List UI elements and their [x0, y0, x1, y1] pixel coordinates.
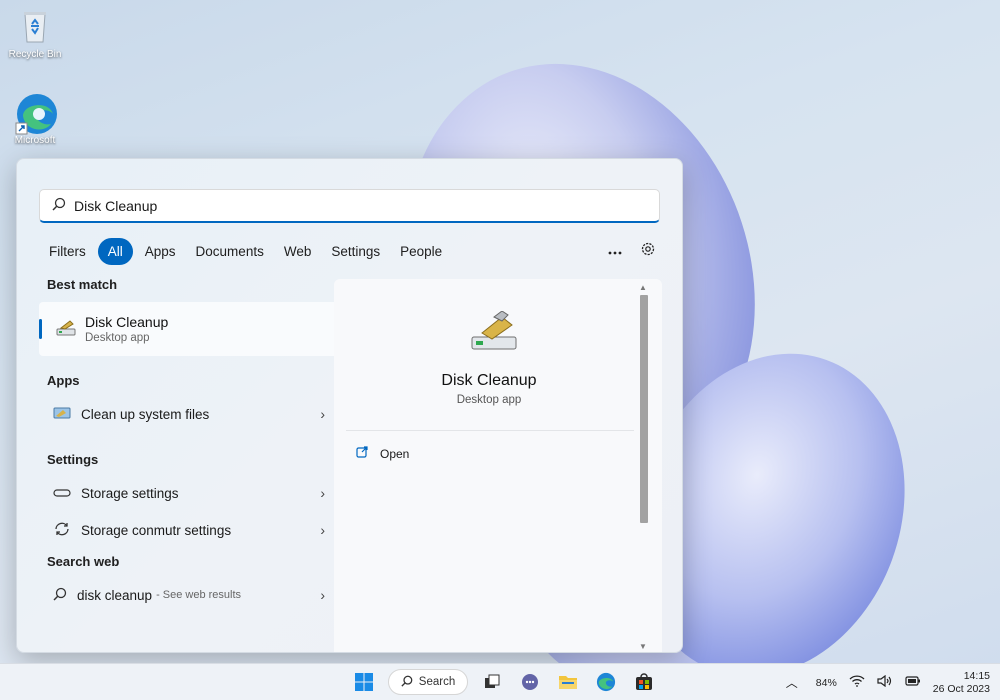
taskbar: Search ︿ 84% 14:15 26 Oct 2023	[0, 663, 1000, 700]
search-icon	[401, 675, 413, 690]
best-match-name: Disk Cleanup	[85, 314, 169, 330]
selection-indicator	[39, 319, 42, 339]
file-explorer-button[interactable]	[554, 668, 582, 696]
clock-date: 26 Oct 2023	[932, 682, 990, 695]
result-label: Clean up system files	[81, 406, 210, 422]
taskbar-apps: Search	[350, 668, 658, 696]
open-external-icon	[356, 446, 368, 461]
chevron-right-icon[interactable]: ›	[320, 587, 325, 603]
desktop-icon-recycle-bin[interactable]: Recycle Bin	[0, 6, 70, 60]
open-action[interactable]: Open	[356, 446, 409, 461]
battery-icon[interactable]	[905, 676, 921, 689]
teams-chat-button[interactable]	[516, 668, 544, 696]
taskbar-search[interactable]: Search	[388, 669, 468, 695]
sync-icon	[53, 521, 71, 540]
edge-icon	[15, 92, 57, 135]
filter-tab-all[interactable]: All	[97, 238, 133, 265]
wifi-icon[interactable]	[849, 675, 865, 690]
section-settings: Settings	[47, 452, 99, 467]
volume-icon[interactable]	[877, 674, 893, 690]
battery-percent: 84%	[815, 676, 837, 689]
filter-tab-documents[interactable]: Documents	[186, 238, 274, 265]
edge-taskbar-button[interactable]	[592, 668, 620, 696]
chat-icon	[522, 674, 538, 690]
disk-cleanup-icon	[468, 310, 522, 355]
panel-tools	[608, 241, 656, 260]
clock-time: 14:15	[963, 669, 990, 682]
clock[interactable]: 14:15 26 Oct 2023	[933, 670, 990, 696]
taskbar-search-label: Search	[418, 676, 456, 688]
store-button[interactable]	[630, 668, 658, 696]
web-query: disk cleanup	[77, 587, 153, 603]
result-clean-up-system-files[interactable]: Clean up system files ›	[39, 396, 339, 432]
ellipsis-icon[interactable]	[608, 243, 622, 258]
recycle-bin-icon	[15, 6, 55, 46]
preview-pane: Disk Cleanup Desktop app Open ▲ ▼	[334, 279, 662, 652]
result-web-search[interactable]: disk cleanup - See web results ›	[39, 577, 339, 613]
filter-tab-web[interactable]: Web	[274, 238, 322, 265]
result-storage-conmutr-settings[interactable]: Storage conmutr settings ›	[39, 512, 339, 548]
chevron-right-icon[interactable]: ›	[320, 522, 325, 538]
desktop-icon-label: Microsoft	[14, 135, 56, 146]
store-icon	[636, 673, 652, 690]
open-action-label: Open	[380, 446, 410, 461]
desktop-icon-label: Recycle Bin	[8, 49, 62, 60]
filter-tab-settings[interactable]: Settings	[321, 238, 390, 265]
chevron-right-icon[interactable]: ›	[320, 485, 325, 501]
preview-subtitle: Desktop app	[456, 394, 522, 406]
edge-icon	[596, 672, 616, 692]
result-label: Storage conmutr settings	[81, 522, 232, 538]
best-match-type: Desktop app	[85, 332, 150, 344]
folder-icon	[559, 676, 577, 689]
search-icon	[52, 197, 66, 214]
search-panel: Filters All Apps Documents Web Settings …	[16, 158, 683, 653]
result-label: Storage settings	[81, 485, 179, 501]
preview-scrollbar[interactable]: ▲ ▼	[638, 283, 650, 651]
disk-cleanup-icon	[55, 318, 77, 341]
section-best-match: Best match	[47, 277, 118, 292]
chevron-right-icon[interactable]: ›	[320, 406, 325, 422]
results-list: Best match Disk Cleanup Desktop app Apps…	[39, 277, 339, 613]
filter-tab-people[interactable]: People	[390, 238, 452, 265]
storage-icon	[53, 486, 71, 501]
desktop-icon-edge[interactable]: Microsoft	[0, 92, 70, 146]
search-input[interactable]	[74, 197, 614, 214]
divider	[346, 430, 634, 431]
filter-tab-apps[interactable]: Apps	[135, 238, 186, 265]
best-match-result[interactable]: Disk Cleanup Desktop app	[39, 302, 339, 356]
result-storage-settings[interactable]: Storage settings ›	[39, 475, 339, 511]
section-apps: Apps	[47, 373, 80, 388]
chevron-up-icon[interactable]: ︿	[786, 674, 798, 691]
scroll-up-icon[interactable]: ▲	[639, 283, 647, 292]
section-search-web: Search web	[47, 554, 120, 569]
search-icon	[53, 587, 67, 604]
scroll-down-icon[interactable]: ▼	[639, 642, 647, 651]
search-box[interactable]	[39, 189, 660, 223]
scroll-thumb[interactable]	[640, 295, 648, 523]
windows-logo-icon	[355, 673, 373, 691]
clean-up-system-files-icon	[53, 405, 71, 424]
filters-label: Filters	[49, 244, 86, 259]
start-button[interactable]	[350, 668, 378, 696]
task-view-icon	[485, 674, 500, 688]
task-view-button[interactable]	[478, 668, 506, 696]
preview-title: Disk Cleanup	[441, 372, 537, 389]
gear-icon[interactable]	[640, 241, 656, 260]
system-tray: ︿ 84% 14:15 26 Oct 2023	[786, 664, 990, 700]
web-hint: - See web results	[156, 589, 242, 601]
filter-bar: Filters All Apps Documents Web Settings …	[39, 238, 452, 265]
